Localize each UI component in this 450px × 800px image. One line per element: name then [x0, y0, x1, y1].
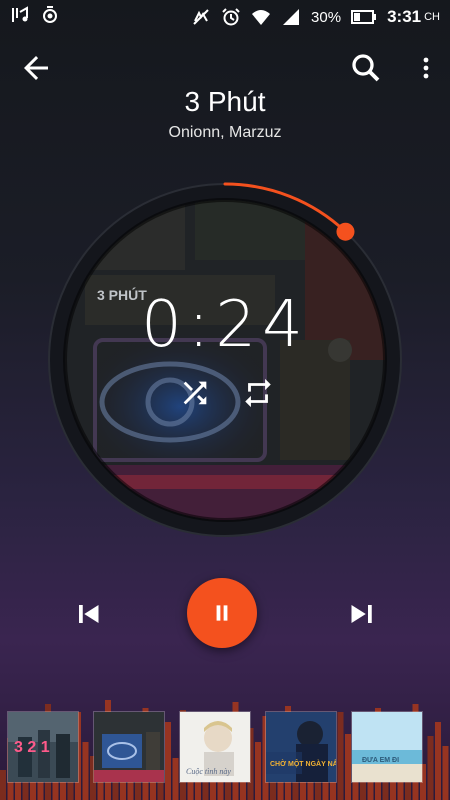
alarm-icon [221, 7, 241, 27]
queue-album-1[interactable]: 3 2 1 [8, 712, 78, 782]
search-button[interactable] [348, 50, 384, 86]
battery-icon [351, 9, 377, 25]
more-vert-icon [423, 57, 429, 79]
more-options-button[interactable] [414, 50, 438, 86]
album-cover: CHỜ MỘT NGÀY NẮNG [266, 712, 349, 782]
wifi-icon [251, 7, 271, 27]
shuffle-icon [183, 381, 207, 405]
clock: 3:31 CH [387, 7, 440, 27]
song-artist: Onionn, Marzuz [168, 124, 282, 141]
album-cover-text: CHỜ MỘT NGÀY NẮNG [270, 759, 336, 768]
mute-icon [191, 7, 211, 27]
skip-previous-icon [79, 605, 99, 623]
repeat-icon [245, 378, 271, 408]
clock-suffix: CH [424, 11, 440, 23]
next-button[interactable] [344, 596, 380, 632]
previous-button[interactable] [70, 596, 106, 632]
back-button[interactable] [18, 50, 54, 86]
pause-button[interactable] [187, 578, 257, 648]
battery-percent: 30% [311, 8, 342, 26]
queue-album-5[interactable]: ĐƯA EM ĐI [352, 712, 422, 782]
top-bar [0, 44, 450, 88]
song-title: 3 Phút [184, 86, 266, 117]
album-queue: 3 2 1 Cuộc tình này CHỜ MỘT NGÀY NẮNG [0, 712, 450, 784]
progress-handle[interactable] [336, 222, 355, 241]
album-cover-text: ĐƯA EM ĐI [362, 757, 399, 764]
queue-album-3[interactable]: Cuộc tình này [180, 712, 250, 782]
arrow-left-icon [24, 56, 48, 80]
repeat-button[interactable] [241, 376, 275, 410]
signal-icon [281, 7, 301, 27]
elapsed-time: 0:24 [141, 288, 309, 362]
podcast-notification-icon [40, 5, 60, 29]
artwork-disc: 3 PHÚT 0:24 [45, 180, 405, 540]
status-right: 30% 3:31 CH [191, 7, 440, 27]
status-bar: 30% 3:31 CH [0, 0, 450, 34]
album-cover-text: Cuộc tình này [186, 767, 231, 776]
album-cover: 3 2 1 [8, 712, 78, 782]
queue-album-2[interactable] [94, 712, 164, 782]
clock-time: 3:31 [387, 7, 422, 26]
album-cover-text: 3 2 1 [14, 739, 50, 756]
status-left [10, 5, 60, 29]
music-notification-icon [10, 5, 30, 29]
album-cover [94, 712, 164, 782]
pause-icon [216, 605, 228, 621]
playback-controls [0, 578, 450, 650]
skip-next-icon [351, 605, 372, 623]
album-cover: ĐƯA EM ĐI [352, 712, 422, 782]
shuffle-button[interactable] [178, 376, 212, 410]
queue-album-4[interactable]: CHỜ MỘT NGÀY NẮNG [266, 712, 349, 782]
album-cover: Cuộc tình này [180, 712, 250, 782]
search-icon [352, 54, 380, 82]
